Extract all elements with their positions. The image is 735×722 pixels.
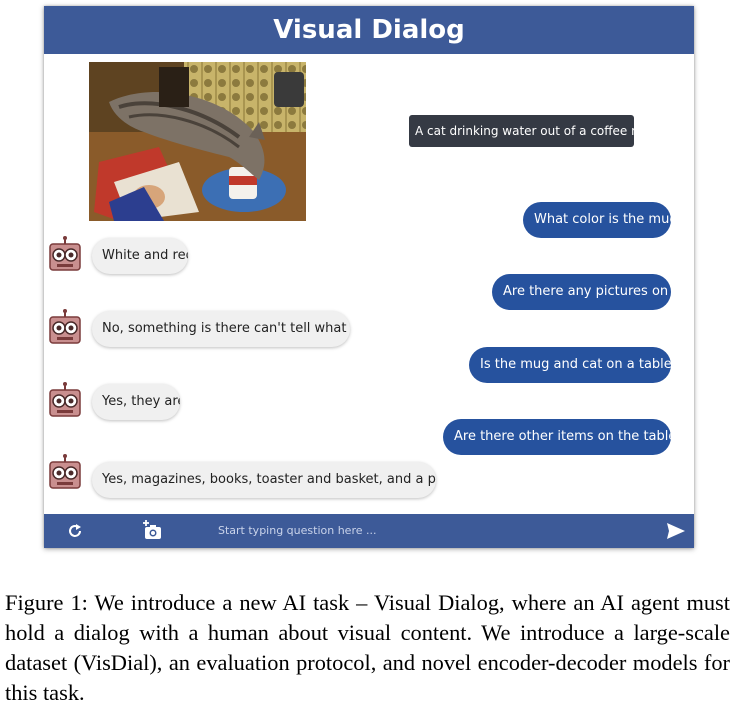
robot-avatar-icon <box>49 454 81 489</box>
cat-photo <box>89 62 306 221</box>
figure-caption: Figure 1: We introduce a new AI task – V… <box>5 590 730 705</box>
send-icon[interactable] <box>666 522 686 540</box>
app-title: Visual Dialog <box>44 6 694 54</box>
robot-avatar-icon <box>49 236 81 271</box>
answer-bubble: White and red <box>92 238 188 274</box>
robot-avatar-icon <box>49 382 81 417</box>
input-bar <box>44 514 694 548</box>
answer-bubble: Yes, they are <box>92 384 180 420</box>
question-bubble: Are there other items on the table? <box>443 419 671 455</box>
add-photo-icon[interactable] <box>142 519 164 541</box>
question-input[interactable] <box>214 519 622 543</box>
question-bubble: Are there any pictures on it? <box>492 274 671 310</box>
dialog-image <box>89 62 306 221</box>
answer-bubble: Yes, magazines, books, toaster and baske… <box>92 462 436 498</box>
chat-area: A cat drinking water out of a coffee mug… <box>44 54 694 514</box>
question-bubble: Is the mug and cat on a table? <box>469 347 671 383</box>
answer-bubble: No, something is there can't tell what i… <box>92 311 350 347</box>
question-bubble: What color is the mug? <box>523 202 671 238</box>
robot-avatar-icon <box>49 309 81 344</box>
refresh-icon[interactable] <box>66 522 84 540</box>
visual-dialog-app: Visual Dialog A cat drinking water out o… <box>44 6 694 548</box>
image-caption: A cat drinking water out of a coffee mug… <box>409 115 634 147</box>
